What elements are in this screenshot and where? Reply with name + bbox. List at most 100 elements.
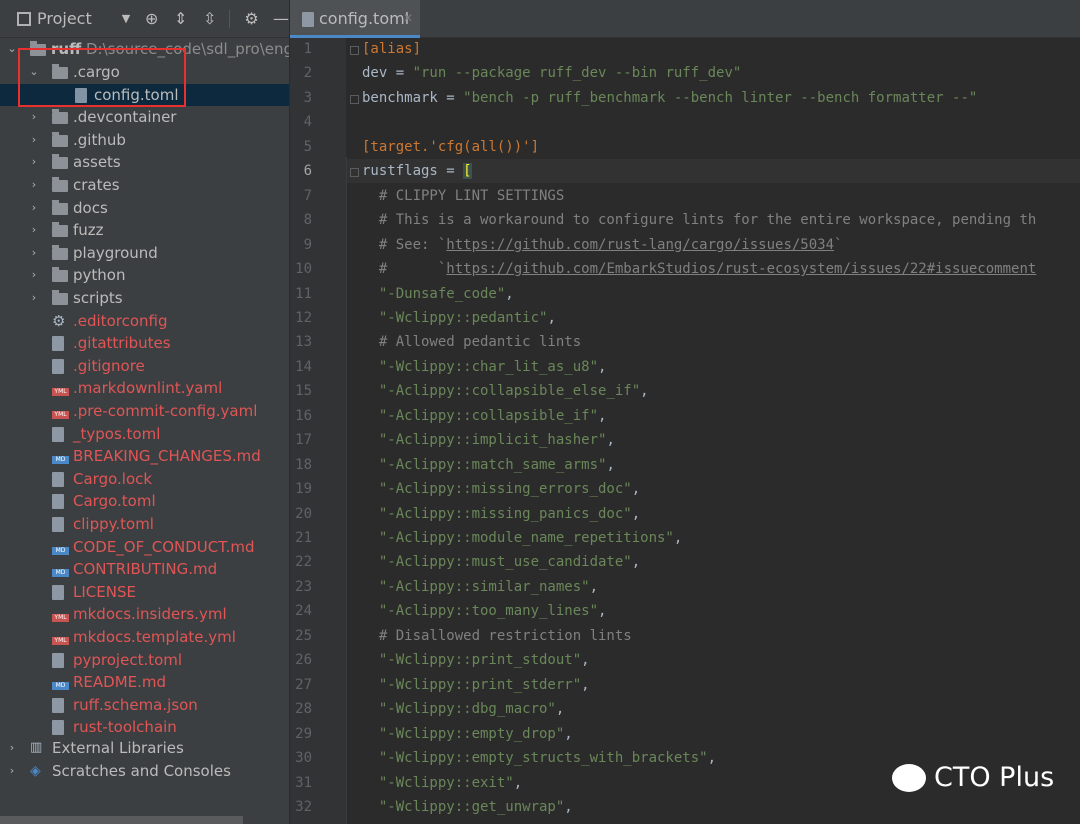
locate-icon[interactable]: ⊕ (144, 9, 159, 28)
chevron-right-icon[interactable]: › (28, 151, 40, 173)
chevron-right-icon[interactable]: › (28, 174, 40, 196)
tree-item[interactable]: › .github (0, 129, 289, 151)
chevron-right-icon[interactable]: › (28, 264, 40, 286)
tree-item[interactable]: Cargo.lock (0, 468, 289, 490)
code-line[interactable]: "-Aclippy::similar_names", (362, 579, 598, 595)
tree-item[interactable]: .gitattributes (0, 332, 289, 354)
tab-config-toml[interactable]: config.toml ✕ (290, 0, 420, 38)
tree-item[interactable]: MD CODE_OF_CONDUCT.md (0, 536, 289, 558)
tree-item[interactable]: YML mkdocs.template.yml (0, 626, 289, 648)
chevron-right-icon[interactable]: › (6, 737, 18, 759)
close-icon[interactable]: ✕ (403, 11, 413, 25)
tree-item[interactable]: MD CONTRIBUTING.md (0, 558, 289, 580)
tree-item[interactable]: ruff.schema.json (0, 694, 289, 716)
tree-item[interactable]: › playground (0, 242, 289, 264)
chevron-right-icon[interactable]: › (28, 242, 40, 264)
chevron-right-icon[interactable]: › (28, 197, 40, 219)
tree-item[interactable]: Cargo.toml (0, 490, 289, 512)
code-line[interactable]: "-Aclippy::too_many_lines", (362, 603, 607, 620)
tree-item[interactable]: YML .markdownlint.yaml (0, 377, 289, 399)
tree-item[interactable]: › .devcontainer (0, 106, 289, 128)
tree-item[interactable]: ⚙ .editorconfig (0, 310, 289, 332)
tree-item[interactable]: pyproject.toml (0, 649, 289, 671)
tree-item[interactable]: LICENSE (0, 581, 289, 603)
code-line[interactable]: "-Aclippy::implicit_hasher", (362, 432, 615, 448)
code-line[interactable]: [target.'cfg(all())'] (362, 139, 539, 155)
code-line[interactable]: rustflags = [ (362, 163, 472, 180)
code-line[interactable]: "-Wclippy::char_lit_as_u8", (362, 359, 607, 375)
chevron-right-icon[interactable]: › (28, 287, 40, 309)
code-line[interactable]: "-Aclippy::missing_panics_doc", (362, 506, 640, 522)
code-line[interactable]: # `https://github.com/EmbarkStudios/rust… (362, 261, 1036, 277)
fold-marker-icon[interactable] (350, 168, 359, 178)
chevron-down-icon[interactable]: ⌄ (6, 38, 18, 60)
chevron-right-icon[interactable]: › (28, 106, 40, 128)
project-view-selector[interactable]: Project (37, 9, 92, 28)
code-line[interactable]: # See: `https://github.com/rust-lang/car… (362, 237, 843, 253)
expand-all-icon[interactable]: ⇕ (173, 9, 188, 28)
chevron-right-icon[interactable]: › (28, 219, 40, 241)
code-line[interactable]: "-Aclippy::collapsible_if", (362, 408, 607, 424)
tree-item[interactable]: ⌄ .cargo (0, 61, 289, 83)
code-line[interactable]: "-Aclippy::must_use_candidate", (362, 554, 640, 570)
tree-item[interactable]: › assets (0, 151, 289, 173)
tree-item[interactable]: .gitignore (0, 355, 289, 377)
code-line[interactable]: # This is a workaround to configure lint… (362, 212, 1036, 228)
code-line[interactable]: "-Wclippy::exit", (362, 775, 522, 791)
code-line[interactable]: "-Wclippy::dbg_macro", (362, 701, 564, 717)
tree-item[interactable]: MD BREAKING_CHANGES.md (0, 445, 289, 467)
code-line[interactable]: # Allowed pedantic lints (362, 334, 581, 350)
code-line[interactable]: "-Wclippy::get_unwrap", (362, 799, 573, 815)
tree-item[interactable]: › docs (0, 197, 289, 219)
toml-string-value: "run --package ruff_dev --bin ruff_dev" (412, 65, 742, 82)
comma: , (598, 603, 607, 620)
code-line[interactable]: [alias] (362, 41, 421, 57)
tree-item[interactable]: YML mkdocs.insiders.yml (0, 603, 289, 625)
code-line[interactable]: "-Aclippy::collapsible_else_if", (362, 383, 649, 399)
comma: , (505, 285, 514, 302)
code-line[interactable]: "-Wclippy::pedantic", (362, 310, 556, 326)
settings-icon[interactable]: ⚙ (244, 9, 259, 28)
code-line[interactable]: dev = "run --package ruff_dev --bin ruff… (362, 65, 741, 81)
code-line[interactable]: benchmark = "bench -p ruff_benchmark --b… (362, 90, 977, 106)
tree-item[interactable]: › fuzz (0, 219, 289, 241)
fold-marker-icon[interactable] (350, 46, 359, 55)
tree-item[interactable]: MD README.md (0, 671, 289, 693)
line-number: 24 (295, 603, 312, 620)
tree-root-ruff[interactable]: ⌄ ruff D:\source_code\sdl_pro\engin (0, 38, 289, 60)
lint-flag-string: "-Wclippy::pedantic" (378, 309, 548, 326)
tree-item[interactable]: › python (0, 264, 289, 286)
text-file-icon (52, 697, 64, 713)
tree-item[interactable]: config.toml (0, 83, 289, 106)
collapse-all-icon[interactable]: ⇳ (202, 9, 217, 28)
hide-icon[interactable]: — (273, 9, 289, 28)
code-line[interactable]: "-Wclippy::empty_structs_with_brackets", (362, 750, 716, 766)
tree-item[interactable]: YML .pre-commit-config.yaml (0, 400, 289, 422)
horizontal-scrollbar[interactable] (0, 816, 243, 824)
code-line[interactable]: "-Aclippy::match_same_arms", (362, 457, 615, 473)
tree-item[interactable]: clippy.toml (0, 513, 289, 535)
code-comment: # ` (362, 261, 447, 278)
tree-item[interactable]: › crates (0, 174, 289, 196)
code-line[interactable]: "-Wclippy::print_stdout", (362, 652, 590, 668)
code-line[interactable]: "-Aclippy::missing_errors_doc", (362, 481, 640, 497)
code-line[interactable]: "-Dunsafe_code", (362, 286, 514, 302)
code-line[interactable]: "-Wclippy::print_stderr", (362, 677, 590, 693)
code-line[interactable]: # Disallowed restriction lints (362, 628, 632, 644)
tree-external-libraries[interactable]: › ▥ External Libraries (0, 737, 289, 759)
chevron-right-icon[interactable]: › (6, 760, 18, 782)
tree-item-label: mkdocs.template.yml (73, 628, 236, 646)
code-line[interactable]: # CLIPPY LINT SETTINGS (362, 188, 564, 204)
tree-scratches[interactable]: › ◈ Scratches and Consoles (0, 760, 289, 782)
fold-marker-icon[interactable] (350, 94, 359, 104)
tree-item[interactable]: _typos.toml (0, 423, 289, 445)
tree-item[interactable]: rust-toolchain (0, 716, 289, 738)
code-line[interactable]: "-Aclippy::module_name_repetitions", (362, 530, 682, 546)
chevron-down-icon[interactable]: ▼ (122, 12, 130, 25)
chevron-right-icon[interactable]: › (28, 129, 40, 151)
line-number: 6 (303, 163, 312, 180)
code-line[interactable]: "-Wclippy::empty_drop", (362, 726, 573, 742)
tree-item[interactable]: › scripts (0, 287, 289, 309)
chevron-down-icon[interactable]: ⌄ (28, 61, 40, 83)
